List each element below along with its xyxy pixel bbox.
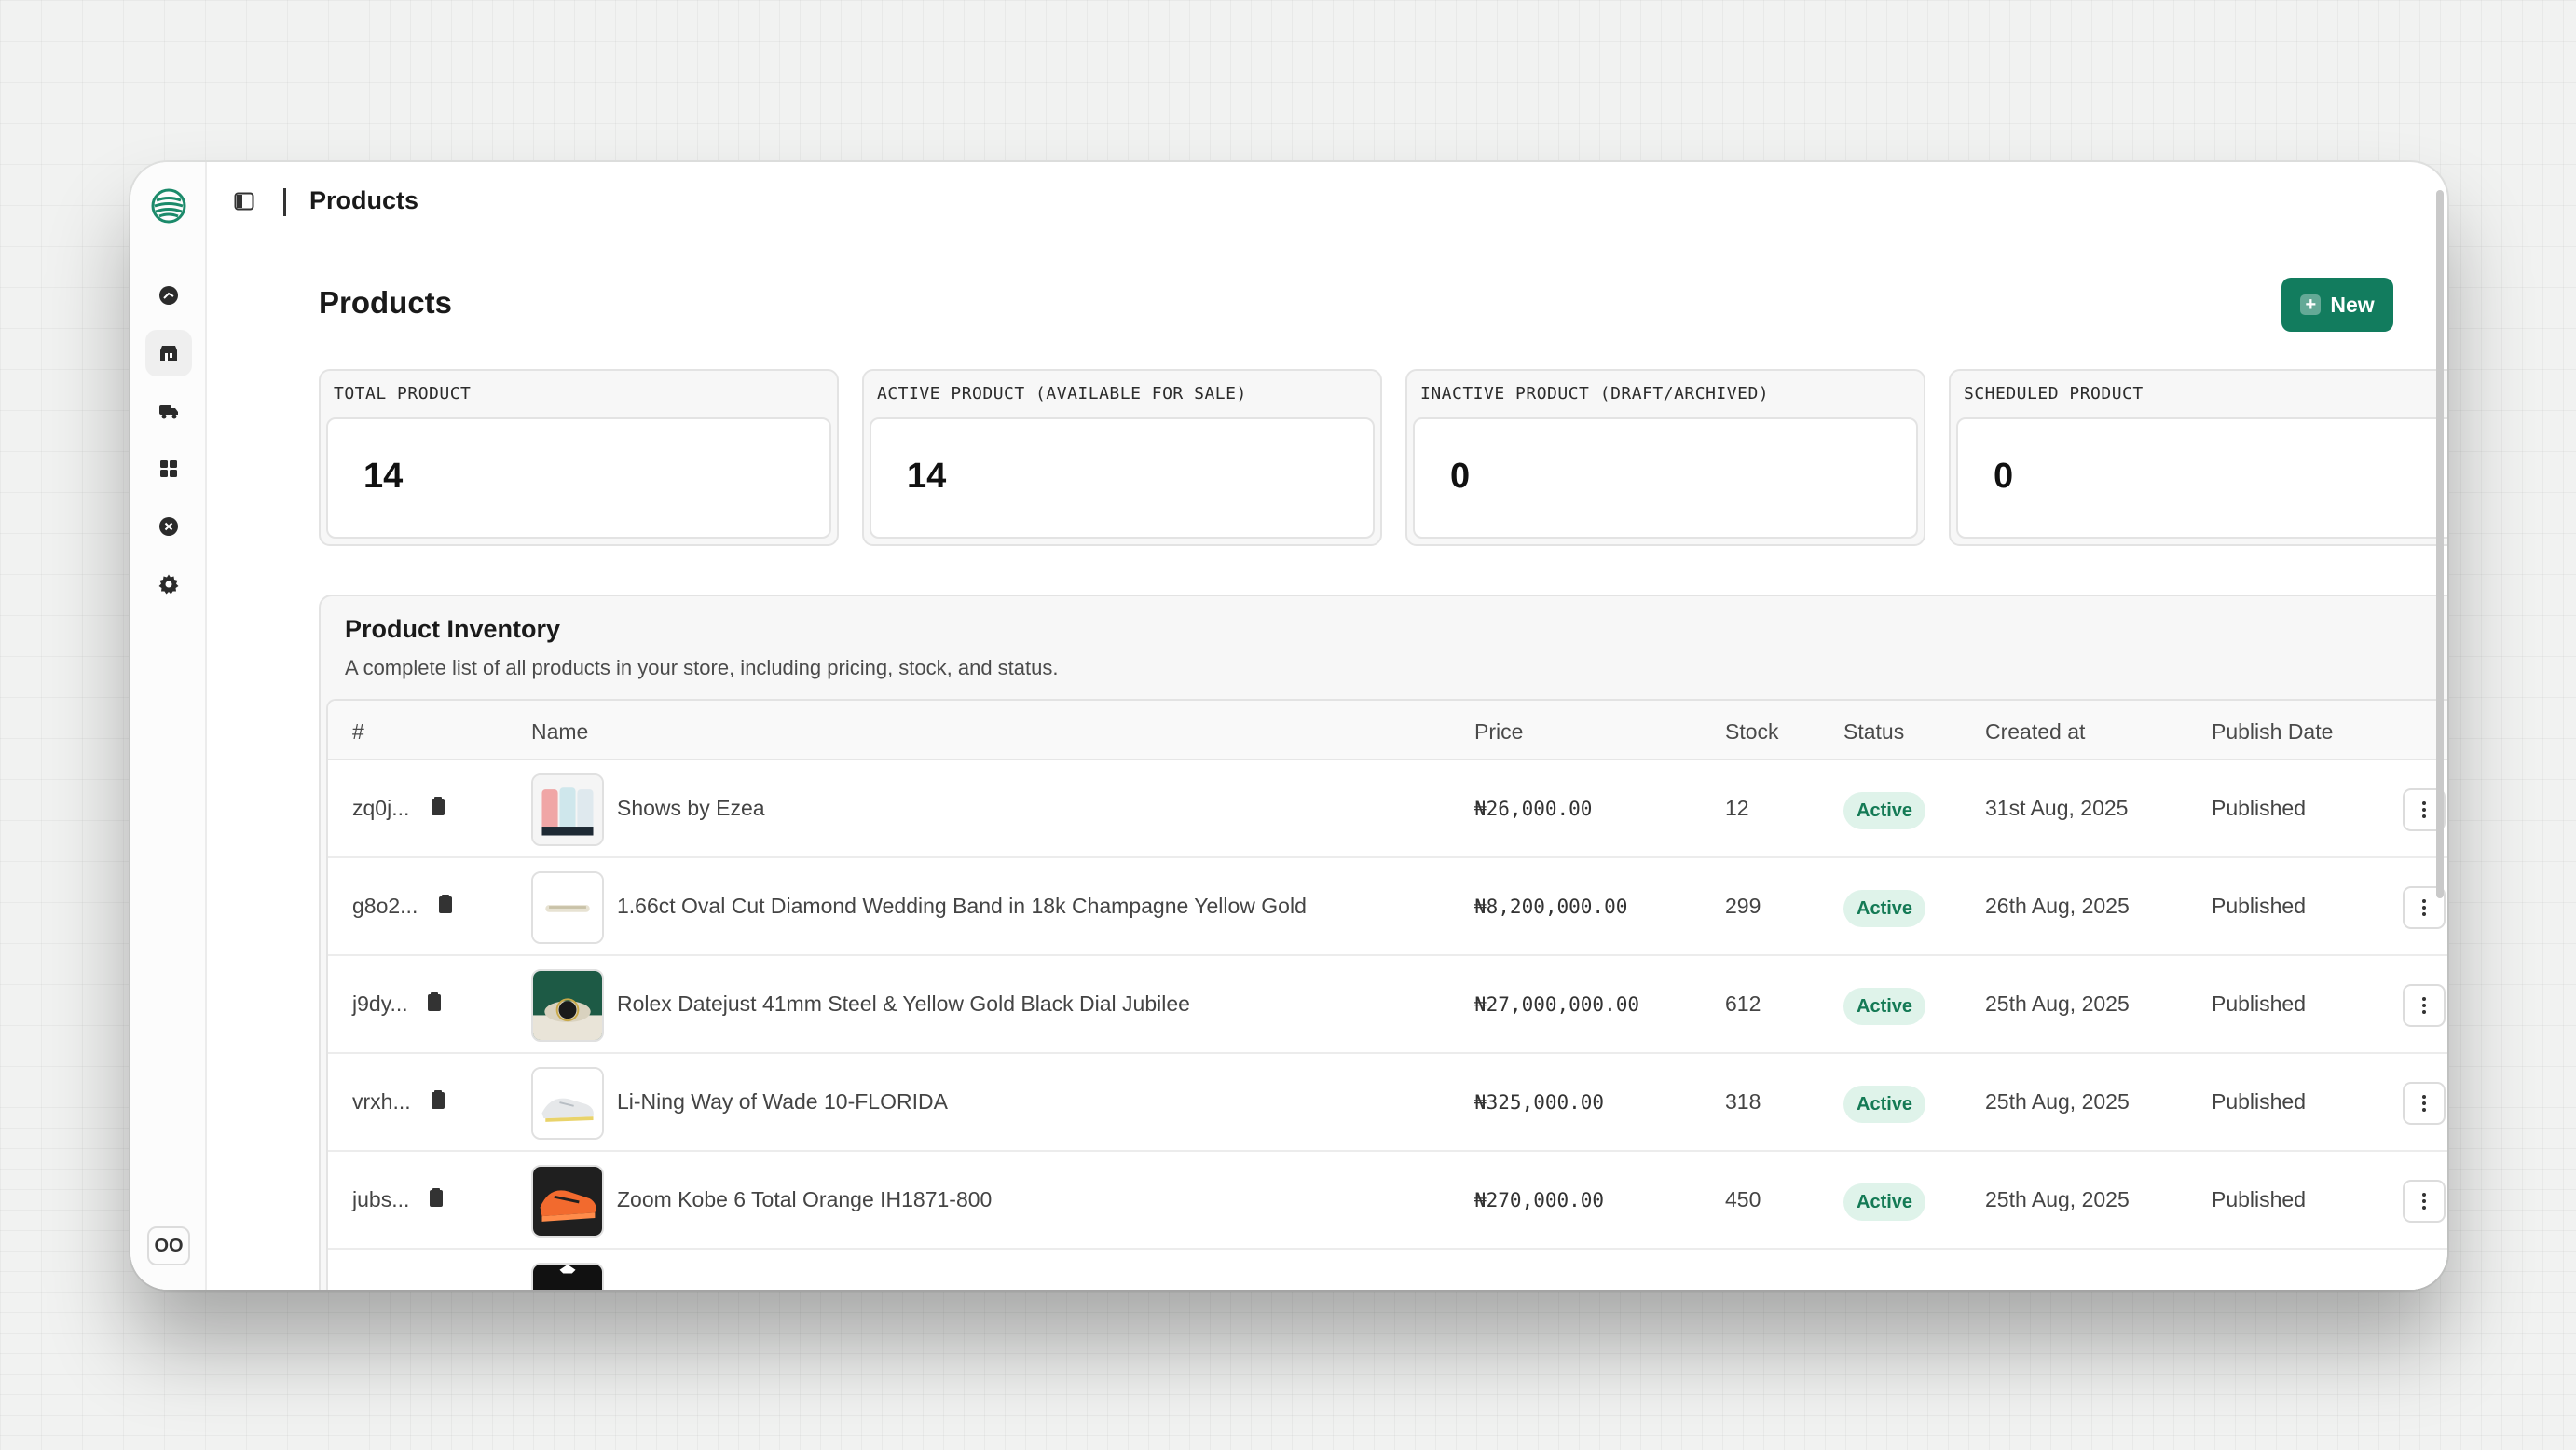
column-header[interactable]: Created at (1985, 719, 2085, 745)
store-icon[interactable] (145, 330, 192, 376)
stat-value: 0 (1450, 457, 1471, 496)
product-thumbnail (531, 1263, 604, 1290)
product-price: ₦26,000.00 (1474, 798, 1593, 820)
publish-status: Published (2212, 992, 2307, 1016)
product-name[interactable]: 1.66ct Oval Cut Diamond Wedding Band in … (617, 894, 1307, 919)
publish-status: Published (2212, 1187, 2307, 1211)
table-row[interactable]: g8o2... 1.66ct Oval Cut Diamond Wedding … (328, 858, 2447, 956)
product-id: j9dy... (352, 992, 408, 1016)
product-thumbnail (531, 1067, 604, 1140)
app-window: OO Products Products + New TOTAL PRODUCT… (130, 162, 2447, 1290)
column-header[interactable]: Status (1843, 719, 1904, 745)
page-scrollbar[interactable] (2436, 190, 2444, 898)
product-inventory-card: Product Inventory A complete list of all… (319, 595, 2447, 1290)
inventory-description: A complete list of all products in your … (345, 656, 1059, 679)
product-stock: 612 (1725, 992, 1761, 1016)
created-date: 25th Aug, 2025 (1985, 1089, 2130, 1114)
product-price: ₦270,000.00 (1474, 1189, 1605, 1211)
stat-value-box: 14 (326, 417, 831, 539)
status-badge: Active (1843, 1086, 1926, 1123)
stat-card-total: TOTAL PRODUCT 14 (319, 369, 839, 546)
product-name[interactable]: Shows by Ezea (617, 796, 765, 821)
stat-card-scheduled: SCHEDULED PRODUCT 0 (1949, 369, 2447, 546)
page-title: Products (319, 285, 453, 320)
stat-label: INACTIVE PRODUCT (DRAFT/ARCHIVED) (1420, 384, 1770, 404)
status-badge: Active (1843, 1183, 1926, 1221)
row-actions-button[interactable] (2403, 984, 2446, 1027)
delivery-truck-icon[interactable] (145, 388, 192, 434)
product-stock: 450 (1725, 1187, 1761, 1211)
product-name[interactable]: Rolex Datejust 41mm Steel & Yellow Gold … (617, 992, 1190, 1017)
column-header[interactable]: # (352, 719, 364, 745)
product-stock: 12 (1725, 796, 1749, 820)
product-id: jubs... (352, 1187, 410, 1211)
clipboard-icon[interactable] (427, 992, 442, 1012)
product-name[interactable]: Zoom Kobe 6 Total Orange IH1871-800 (617, 1187, 992, 1212)
sidebar: OO (130, 162, 207, 1290)
product-thumbnail (531, 773, 604, 846)
workspace-switcher-button[interactable]: OO (147, 1226, 190, 1265)
stat-label: TOTAL PRODUCT (334, 384, 472, 404)
column-header[interactable]: Price (1474, 719, 1523, 745)
new-product-button[interactable]: + New (2281, 278, 2393, 332)
product-thumbnail (531, 871, 604, 944)
product-name[interactable]: Li-Ning Way of Wade 10-FLORIDA (617, 1089, 948, 1115)
status-badge: Active (1843, 890, 1926, 927)
product-stock: 299 (1725, 894, 1761, 918)
clipboard-icon[interactable] (429, 1187, 444, 1208)
stat-value-box: 14 (870, 417, 1375, 539)
column-header[interactable]: Publish Date (2212, 719, 2333, 745)
product-id: vrxh... (352, 1089, 411, 1114)
stat-value: 0 (1994, 457, 2014, 496)
product-price: ₦325,000.00 (1474, 1091, 1605, 1114)
product-table: # Name Price Stock Status Created at Pub… (326, 699, 2447, 1290)
column-header[interactable]: Name (531, 719, 588, 745)
row-actions-button[interactable] (2403, 1180, 2446, 1223)
stat-label: ACTIVE PRODUCT (AVAILABLE FOR SALE) (877, 384, 1247, 404)
product-price: ₦8,200,000.00 (1474, 896, 1628, 918)
inventory-title: Product Inventory (345, 615, 561, 643)
main-content: Products + New TOTAL PRODUCT 14 ACTIVE P… (207, 162, 2447, 1290)
created-date: 25th Aug, 2025 (1985, 992, 2130, 1016)
table-row[interactable]: j9dy... Rolex Datejust 41mm Steel & Yell… (328, 956, 2447, 1054)
stat-label: SCHEDULED PRODUCT (1964, 384, 2144, 404)
grid-icon[interactable] (145, 445, 192, 492)
column-header[interactable]: Stock (1725, 719, 1779, 745)
publish-status: Published (2212, 796, 2307, 820)
table-row[interactable]: vrxh... Li-Ning Way of Wade 10-FLORIDA ₦… (328, 1054, 2447, 1152)
stat-value-box: 0 (1413, 417, 1918, 539)
table-row[interactable] (328, 1250, 2447, 1290)
brand-logo-icon[interactable] (149, 186, 188, 226)
cancel-circle-icon[interactable] (145, 503, 192, 550)
status-badge: Active (1843, 792, 1926, 829)
new-button-label: New (2330, 292, 2375, 317)
product-thumbnail (531, 1165, 604, 1238)
stat-value: 14 (363, 457, 404, 496)
product-stock: 318 (1725, 1089, 1761, 1114)
product-thumbnail (531, 969, 604, 1042)
publish-status: Published (2212, 1089, 2307, 1114)
clipboard-icon[interactable] (438, 894, 453, 914)
row-actions-button[interactable] (2403, 1082, 2446, 1125)
created-date: 31st Aug, 2025 (1985, 796, 2129, 820)
stat-card-inactive: INACTIVE PRODUCT (DRAFT/ARCHIVED) 0 (1405, 369, 1925, 546)
clipboard-icon[interactable] (431, 1089, 445, 1110)
stat-value: 14 (907, 457, 947, 496)
status-badge: Active (1843, 988, 1926, 1025)
dashboard-icon[interactable] (145, 272, 192, 319)
table-row[interactable]: jubs... Zoom Kobe 6 Total Orange IH1871-… (328, 1152, 2447, 1250)
clipboard-icon[interactable] (431, 796, 445, 816)
stat-value-box: 0 (1956, 417, 2447, 539)
product-price: ₦27,000,000.00 (1474, 993, 1640, 1016)
plus-icon: + (2300, 294, 2322, 315)
publish-status: Published (2212, 894, 2307, 918)
gear-icon[interactable] (145, 561, 192, 608)
table-row[interactable]: zq0j... Shows by Ezea ₦26,000.00 12 Acti… (328, 760, 2447, 858)
product-id: g8o2... (352, 894, 418, 918)
table-header: # Name Price Stock Status Created at Pub… (328, 701, 2447, 760)
created-date: 25th Aug, 2025 (1985, 1187, 2130, 1211)
stat-card-active: ACTIVE PRODUCT (AVAILABLE FOR SALE) 14 (862, 369, 1382, 546)
product-id: zq0j... (352, 796, 410, 820)
created-date: 26th Aug, 2025 (1985, 894, 2130, 918)
